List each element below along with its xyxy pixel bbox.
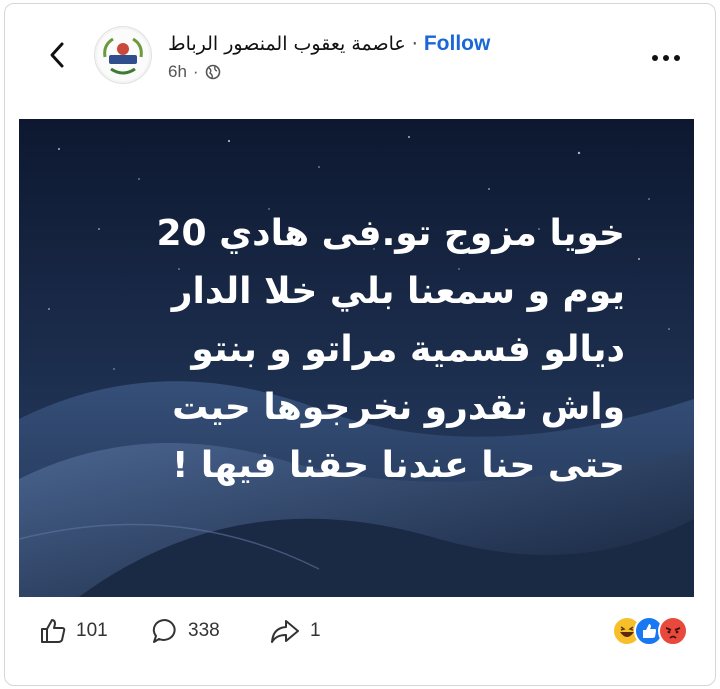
follow-button[interactable]: Follow (424, 32, 491, 56)
page-logo-icon (97, 29, 149, 81)
more-options-button[interactable] (648, 46, 684, 70)
thumbs-up-icon (41, 619, 66, 643)
post-image[interactable]: خويا مزوج تو.فى هادي 20 يوم و سمعنا بلي … (19, 119, 694, 597)
comment-button[interactable]: 338 (150, 614, 220, 648)
comment-icon (152, 618, 176, 643)
post-meta: 6h · (168, 60, 221, 84)
share-count: 1 (310, 620, 321, 641)
meta-separator: · (192, 62, 199, 81)
like-count: 101 (76, 620, 108, 641)
page-name[interactable]: عاصمة يعقوب المنصور الرباط (168, 33, 406, 55)
back-button[interactable] (40, 38, 74, 72)
share-arrow-icon (271, 620, 299, 643)
post-text-line: خويا مزوج تو.فى هادي 20 (156, 213, 625, 254)
chevron-left-icon (50, 42, 64, 68)
post-text-line: واش نقدرو نخرجوها حيت (172, 387, 625, 428)
reaction-summary[interactable] (612, 616, 692, 648)
post-actions: 101 338 1 (0, 600, 720, 670)
more-dots-icon (652, 55, 680, 61)
share-button[interactable]: 1 (268, 614, 321, 648)
post-time[interactable]: 6h (168, 62, 187, 82)
post-text: خويا مزوج تو.فى هادي 20 يوم و سمعنا بلي … (19, 205, 625, 495)
post-text-line: يوم و سمعنا بلي خلا الدار (171, 271, 625, 312)
avatar[interactable] (94, 26, 152, 84)
comment-count: 338 (188, 620, 220, 641)
post-text-line: ديالو فسمية مراتو و بنتو (191, 329, 625, 370)
post-author-line: عاصمة يعقوب المنصور الرباط · Follow (168, 30, 568, 58)
post-header: عاصمة يعقوب المنصور الرباط · Follow 6h · (0, 0, 720, 115)
separator-dot: · (411, 33, 418, 55)
post-text-line: حتى حنا عندنا حقنا فيها ! (171, 445, 625, 486)
globe-icon (205, 64, 220, 80)
like-button[interactable]: 101 (38, 614, 108, 648)
angry-icon (658, 616, 688, 646)
